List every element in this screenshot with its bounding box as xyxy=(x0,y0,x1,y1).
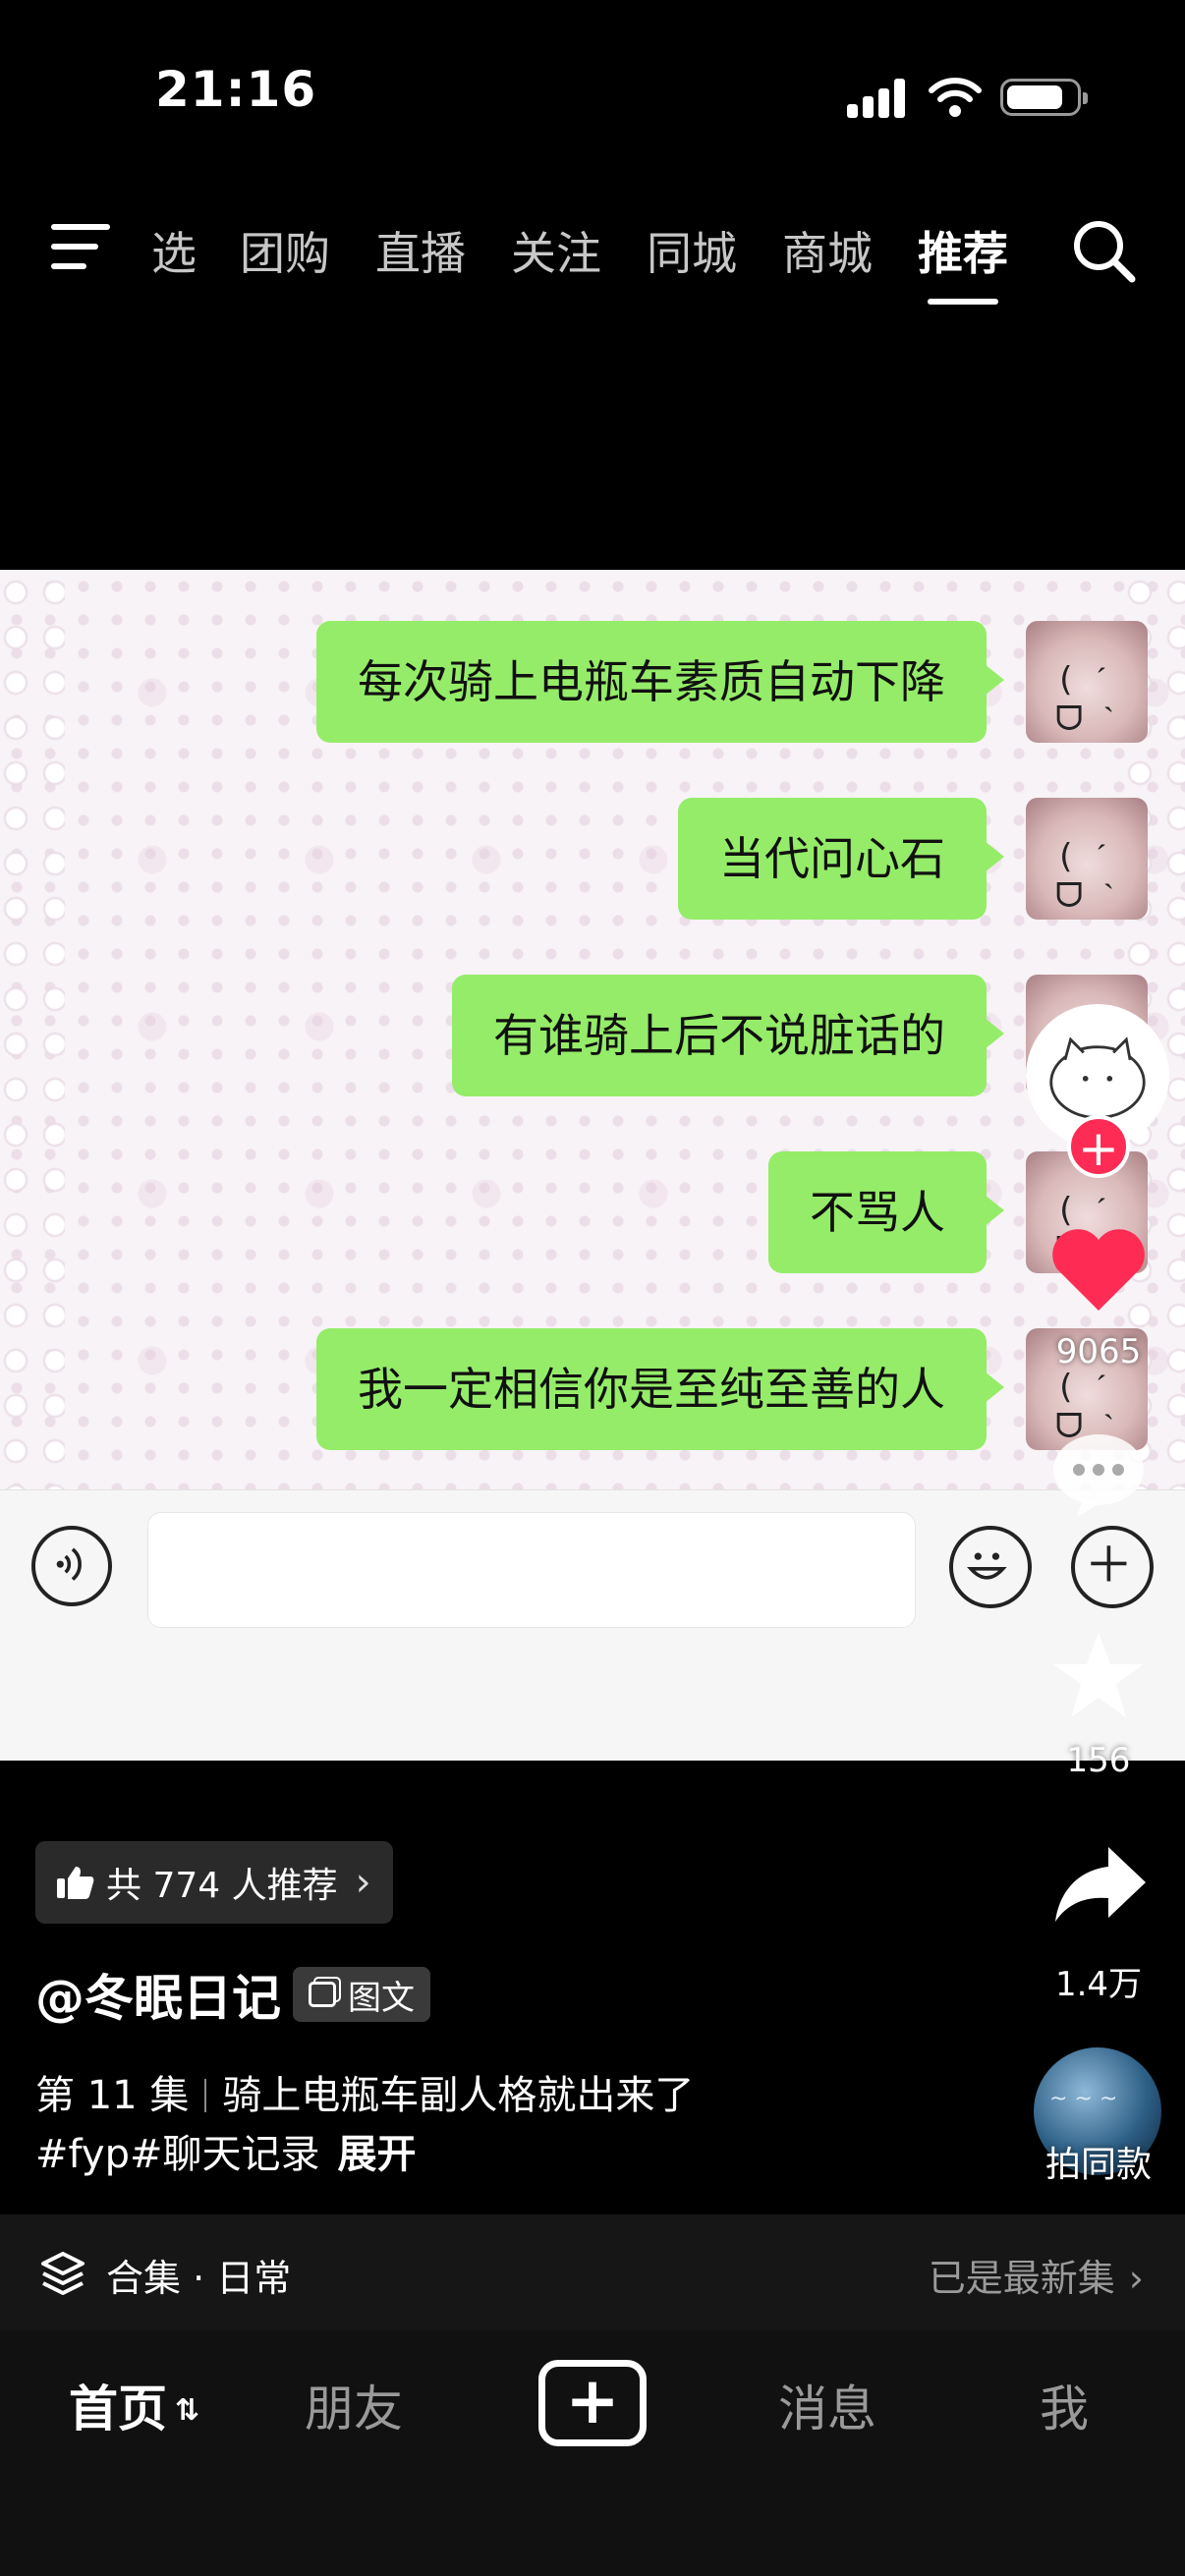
post-description: 第 11 集骑上电瓶车副人格就出来了 xyxy=(35,2063,694,2120)
active-tab-indicator xyxy=(928,299,998,305)
layers-icon xyxy=(41,2252,85,2295)
tab-following[interactable]: 关注 xyxy=(511,218,601,283)
collection-status: 已是最新集 › xyxy=(928,2257,1144,2300)
thumbs-up-icon xyxy=(57,1867,94,1899)
emoji-icon xyxy=(949,1526,1032,1608)
star-icon[interactable] xyxy=(1049,1627,1148,1725)
image-post-icon xyxy=(309,1982,336,2007)
recommend-text: 共 774 人推荐 xyxy=(106,1866,338,1906)
episode-label: 第 11 集 xyxy=(35,2073,190,2118)
post-hashtags: #fyp#聊天记录 展开 xyxy=(35,2122,416,2179)
chat-avatar: ( ˊ ᗜ ˋ ) xyxy=(1026,621,1148,743)
chevron-right-icon: › xyxy=(355,1860,371,1905)
author-name[interactable]: @冬眠日记 xyxy=(35,1959,281,2030)
chat-message: 当代问心石 ( ˊ ᗜ ˋ ) xyxy=(0,798,1185,920)
voice-icon xyxy=(31,1526,112,1606)
chat-bubble: 有谁骑上后不说脏话的 xyxy=(452,975,1004,1096)
post-type-tag: 图文 xyxy=(293,1967,430,2022)
divider xyxy=(204,2079,207,2112)
tab-select[interactable]: 选 xyxy=(151,218,197,283)
signal-icon xyxy=(847,79,906,118)
hashtags[interactable]: #fyp#聊天记录 xyxy=(35,2132,319,2177)
follow-button[interactable]: + xyxy=(1067,1115,1130,1178)
chat-text-field xyxy=(147,1512,916,1628)
chat-message: 有谁骑上后不说脏话的 ( ˊ ᗜ ˋ ) xyxy=(0,975,1185,1096)
post-image[interactable]: 每次骑上电瓶车素质自动下降 ( ˊ ᗜ ˋ ) 当代问心石 ( ˊ ᗜ ˋ ) … xyxy=(0,570,1185,1761)
create-button[interactable]: + xyxy=(538,2360,647,2446)
favorite-count: 156 xyxy=(1066,1741,1131,1780)
same-style-label[interactable]: 拍同款 xyxy=(1022,2136,1175,2187)
top-nav: 选 团购 直播 关注 同城 商城 推荐 xyxy=(0,196,1185,314)
wifi-icon xyxy=(929,78,982,117)
chat-avatar: ( ˊ ᗜ ˋ ) xyxy=(1026,798,1148,920)
comment-icon[interactable] xyxy=(1049,1430,1148,1519)
share-icon[interactable] xyxy=(1051,1843,1150,1928)
share-count: 1.4万 xyxy=(1054,1965,1143,2004)
chat-message: 每次骑上电瓶车素质自动下降 ( ˊ ᗜ ˋ ) xyxy=(0,621,1185,743)
chevron-right-icon: › xyxy=(1128,2257,1144,2300)
post-title: 骑上电瓶车副人格就出来了 xyxy=(222,2073,695,2118)
tab-nearby[interactable]: 同城 xyxy=(647,218,737,283)
nav-me[interactable]: 我 xyxy=(1040,2370,1089,2440)
heart-icon[interactable] xyxy=(1049,1226,1148,1315)
collection-bar[interactable]: 合集 · 日常 已是最新集 › xyxy=(0,2214,1185,2330)
battery-icon xyxy=(1000,79,1088,116)
chat-bubble: 每次骑上电瓶车素质自动下降 xyxy=(316,621,1004,743)
status-bar: 21:16 xyxy=(0,0,1185,187)
status-time: 21:16 xyxy=(155,61,317,118)
tab-live[interactable]: 直播 xyxy=(375,218,466,283)
battery-level xyxy=(1007,85,1062,109)
chat-bubble: 不骂人 xyxy=(768,1151,1004,1273)
search-icon[interactable] xyxy=(1071,218,1136,283)
nav-home[interactable]: 首页 ⇅ xyxy=(69,2370,199,2440)
swap-arrows-icon: ⇅ xyxy=(175,2393,200,2428)
nav-messages[interactable]: 消息 xyxy=(778,2370,876,2440)
tab-mall[interactable]: 商城 xyxy=(782,218,873,283)
chat-bubble: 当代问心石 xyxy=(678,798,1004,920)
nav-friends[interactable]: 朋友 xyxy=(305,2370,403,2440)
expand-link[interactable]: 展开 xyxy=(337,2132,416,2177)
bottom-nav: 首页 ⇅ 朋友 + 消息 我 xyxy=(0,2330,1185,2576)
chat-bubble: 我一定相信你是至纯至善的人 xyxy=(316,1328,1004,1450)
add-icon xyxy=(1071,1526,1154,1608)
collection-label: 合集 · 日常 xyxy=(106,2257,292,2300)
chat-message: 不骂人 ( ˊ ᗜ ˋ ) xyxy=(0,1151,1185,1273)
like-count: 9065 xyxy=(1055,1332,1142,1372)
chat-message: 我一定相信你是至纯至善的人 ( ˊ ᗜ ˋ ) xyxy=(0,1328,1185,1450)
menu-icon[interactable] xyxy=(51,224,110,271)
chat-input-bar xyxy=(0,1489,1185,1761)
tab-group-buy[interactable]: 团购 xyxy=(240,218,330,283)
recommend-pill[interactable]: 共 774 人推荐 › xyxy=(35,1841,393,1924)
tab-recommend[interactable]: 推荐 xyxy=(918,218,1008,283)
